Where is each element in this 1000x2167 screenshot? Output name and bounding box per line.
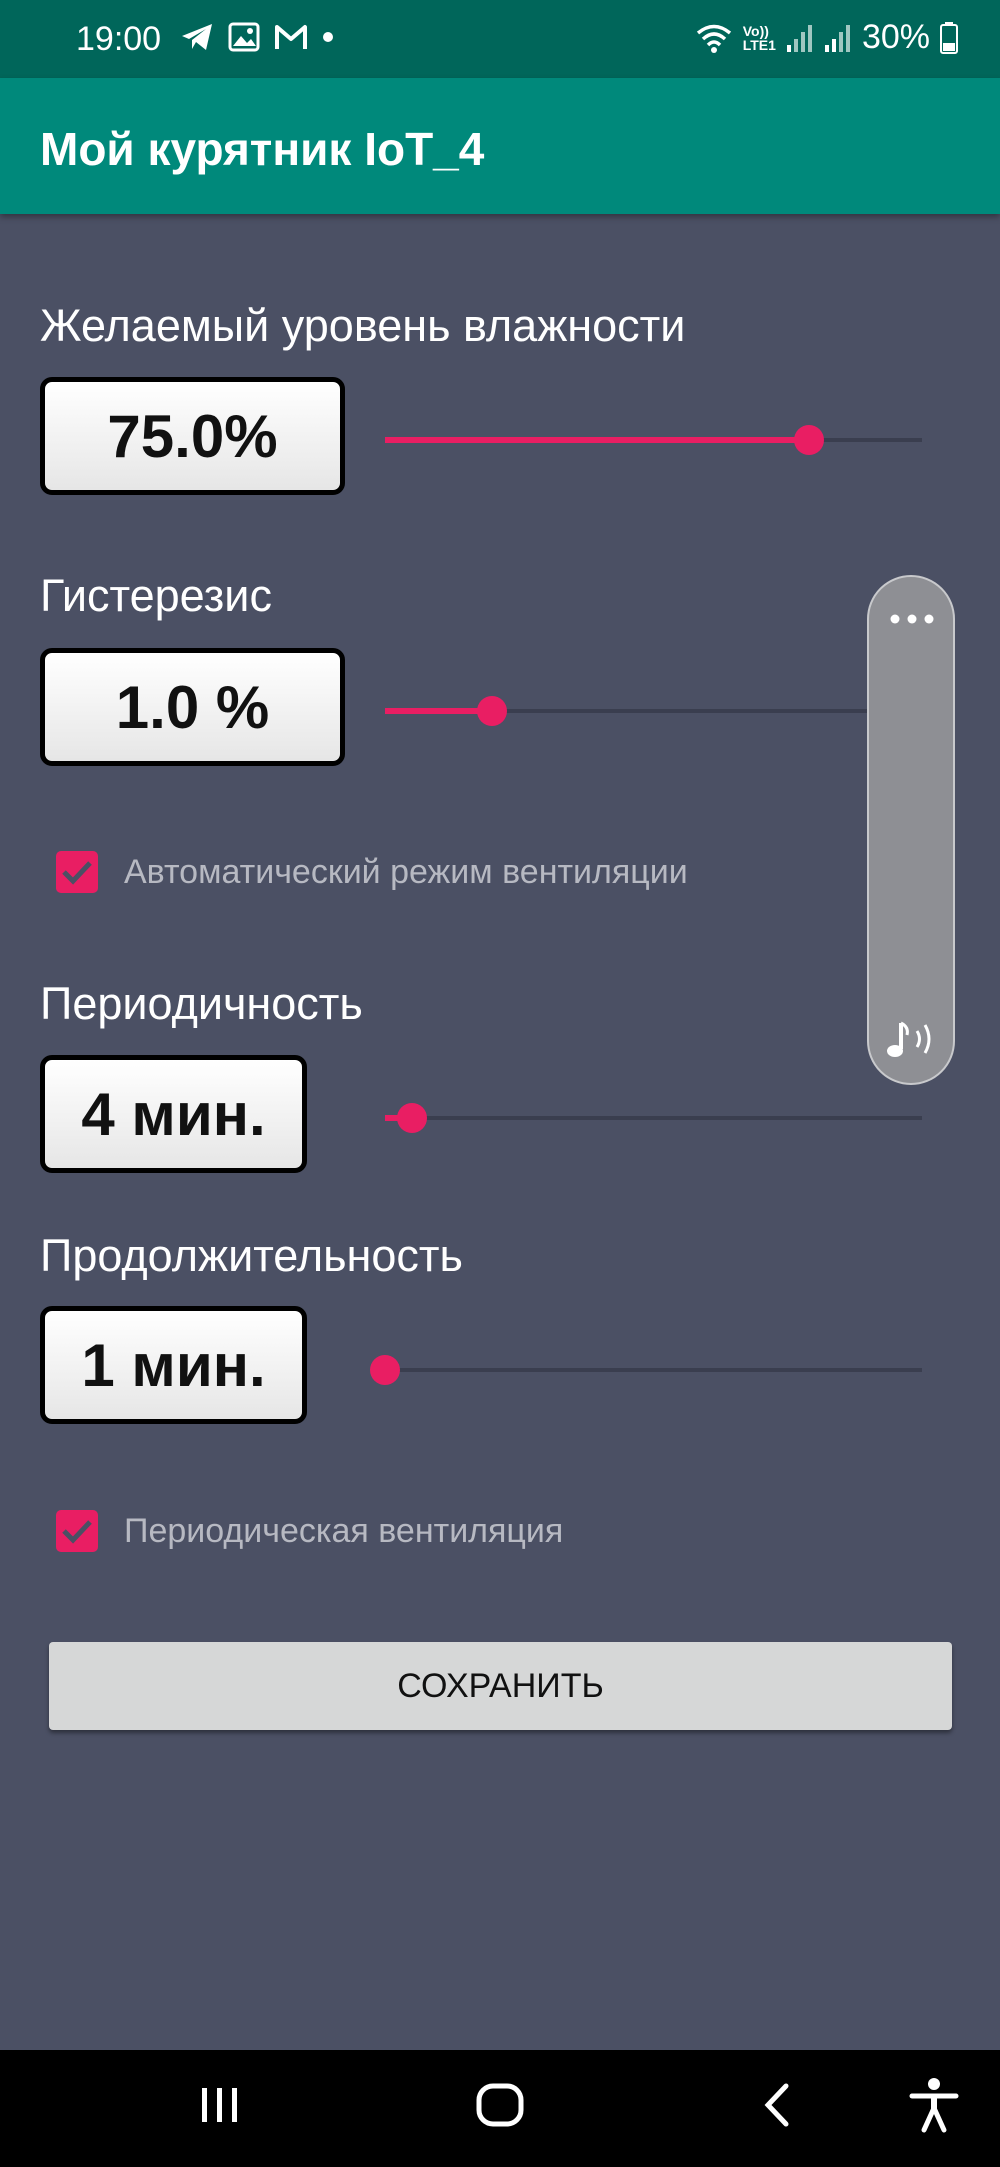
more-icon[interactable] xyxy=(889,613,935,625)
status-time: 19:00 xyxy=(76,20,162,58)
periodic-vent-label: Периодическая вентиляция xyxy=(124,1511,564,1550)
check-icon xyxy=(62,1520,92,1544)
battery-percent: 30% xyxy=(861,18,930,56)
network-indicator: Vo)) LTE1 xyxy=(743,24,776,52)
app-title: Мой курятник IoT_4 xyxy=(40,123,485,175)
home-icon[interactable] xyxy=(474,2080,526,2130)
humidity-label: Желаемый уровень влажности xyxy=(40,300,686,351)
slider-track xyxy=(385,1368,922,1372)
status-right: Vo)) LTE1 30% xyxy=(695,18,958,57)
period-label: Периодичность xyxy=(40,978,363,1029)
recent-apps-icon[interactable] xyxy=(196,2080,244,2130)
app-bar: Мой курятник IoT_4 xyxy=(0,78,1000,214)
gallery-icon xyxy=(228,22,260,52)
period-value: 4 мин. xyxy=(40,1055,307,1173)
slider-thumb[interactable] xyxy=(396,1103,427,1133)
accessibility-icon[interactable] xyxy=(908,2076,960,2134)
hysteresis-value: 1.0 % xyxy=(40,648,345,766)
hysteresis-label: Гистерезис xyxy=(40,570,272,621)
periodic-vent-checkbox[interactable] xyxy=(56,1510,98,1552)
periodic-vent-checkbox-row[interactable]: Периодическая вентиляция xyxy=(56,1510,563,1552)
hysteresis-slider[interactable] xyxy=(385,691,922,731)
status-bar: 19:00 Vo)) LTE1 30% xyxy=(0,0,1000,78)
auto-vent-checkbox[interactable] xyxy=(56,851,98,893)
telegram-icon xyxy=(182,24,212,50)
battery-icon xyxy=(940,21,958,54)
gmail-icon xyxy=(275,25,307,49)
volte-label: Vo)) xyxy=(742,22,769,39)
nav-bar xyxy=(0,2050,1000,2167)
notification-icons xyxy=(180,22,334,52)
wifi-icon xyxy=(696,24,731,53)
save-button[interactable]: СОХРАНИТЬ xyxy=(49,1642,952,1730)
signal-icon xyxy=(786,24,812,52)
duration-value: 1 мин. xyxy=(40,1306,307,1424)
back-icon[interactable] xyxy=(756,2080,796,2130)
duration-slider[interactable] xyxy=(370,1350,922,1390)
dot-icon xyxy=(323,32,333,42)
sound-icon[interactable] xyxy=(885,1017,941,1063)
duration-label: Продолжительность xyxy=(40,1230,463,1281)
slider-thumb[interactable] xyxy=(794,425,825,455)
slider-fill xyxy=(385,708,493,714)
signal-icon-2 xyxy=(824,24,850,52)
lte-label: LTE1 xyxy=(742,36,776,53)
slider-thumb[interactable] xyxy=(370,1355,400,1385)
humidity-value: 75.0% xyxy=(40,377,345,495)
slider-fill xyxy=(385,437,810,443)
slider-thumb[interactable] xyxy=(477,696,508,726)
slider-track xyxy=(385,1116,922,1120)
humidity-slider[interactable] xyxy=(385,420,922,460)
period-slider[interactable] xyxy=(385,1098,922,1138)
auto-vent-checkbox-row[interactable]: Автоматический режим вентиляции xyxy=(56,851,688,893)
edge-panel[interactable] xyxy=(867,575,955,1085)
auto-vent-label: Автоматический режим вентиляции xyxy=(124,852,688,891)
check-icon xyxy=(62,861,92,885)
